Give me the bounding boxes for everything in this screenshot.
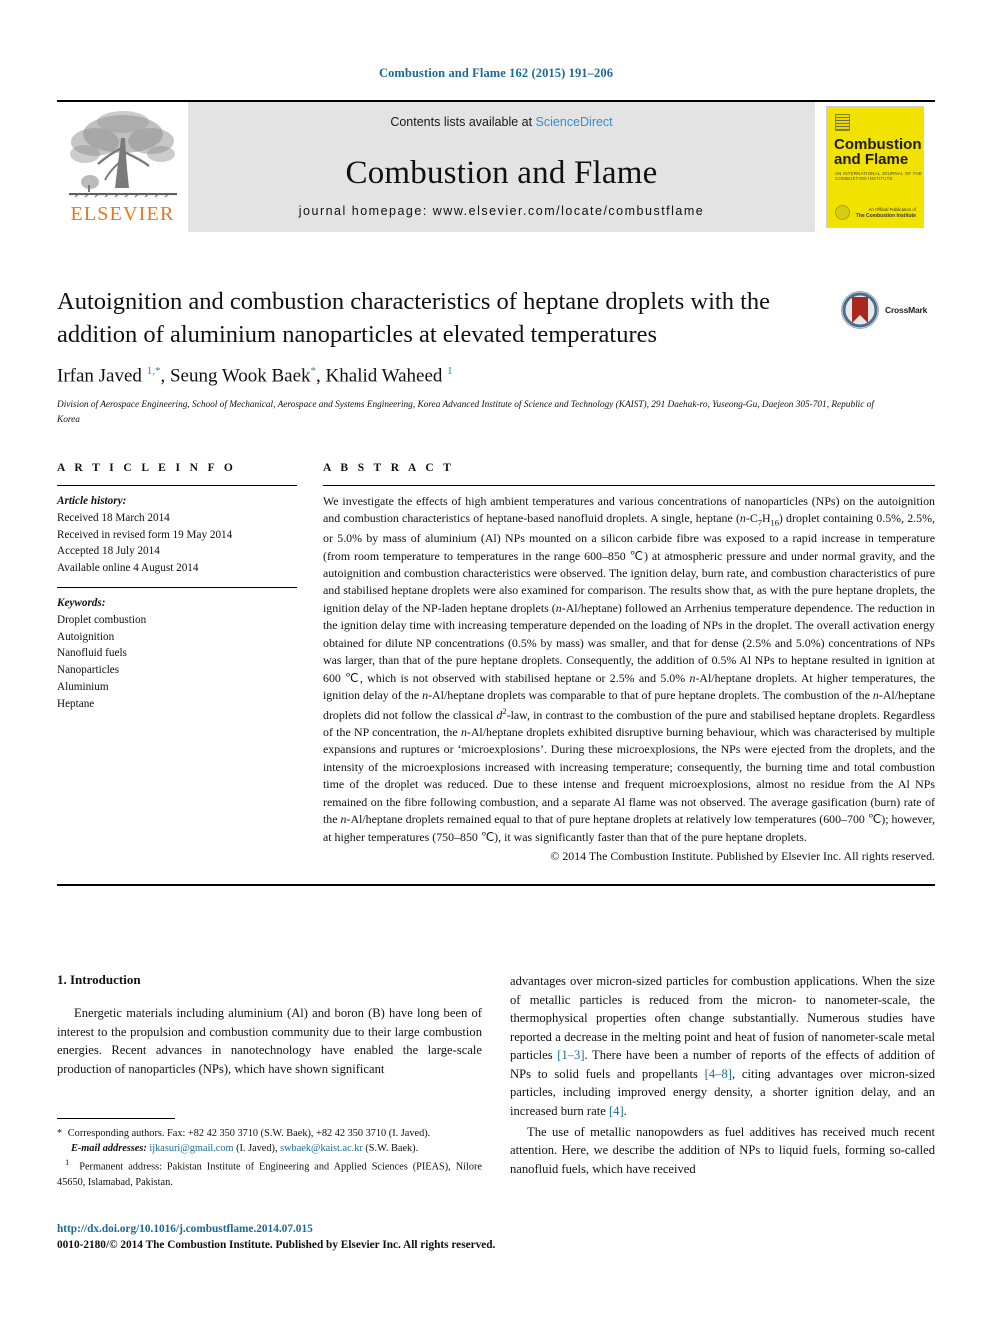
sciencedirect-link[interactable]: ScienceDirect [536, 115, 613, 129]
affiliation: Division of Aerospace Engineering, Schoo… [57, 400, 874, 425]
issn-copyright-line: 0010-2180/© 2014 The Combustion Institut… [57, 1238, 496, 1251]
footnote-permanent-address: 1 Permanent address: Pakistan Institute … [57, 1157, 482, 1188]
keyword-item: Aluminium [57, 680, 109, 693]
keyword-item: Heptane [57, 697, 95, 710]
cover-footer: An Official Publication of The Combustio… [856, 207, 916, 219]
journal-homepage-link[interactable]: journal homepage: www.elsevier.com/locat… [299, 204, 704, 218]
divider [323, 485, 935, 486]
journal-cover-thumbnail: Combustion and Flame AN INTERNATIONAL JO… [815, 102, 935, 232]
divider [57, 485, 297, 486]
cover-title-line2: and Flame [834, 151, 909, 168]
abstract-body: We investigate the effects of high ambie… [323, 494, 936, 844]
body-columns: 1. Introduction Energetic materials incl… [57, 972, 935, 1251]
journal-article-page: Combustion and Flame 162 (2015) 191–206 [0, 0, 992, 1323]
running-head: Combustion and Flame 162 (2015) 191–206 [378, 66, 614, 80]
section-heading-introduction: 1. Introduction [57, 972, 141, 987]
history-item: Received 18 March 2014 [57, 511, 170, 524]
contents-prefix-text: Contents lists available at [390, 115, 536, 129]
footnote-block: * Corresponding authors. Fax: +82 42 350… [57, 1118, 482, 1190]
footnote-divider [57, 1118, 175, 1119]
journal-masthead: ELSEVIER Contents lists available at Sci… [57, 100, 935, 232]
footnote-email-addresses: E-mail addresses: ijkasuri@gmail.com (I.… [71, 1143, 419, 1155]
keywords-label: Keywords: [57, 596, 106, 609]
footer-block: http://dx.doi.org/10.1016/j.combustflame… [57, 1222, 527, 1254]
journal-band: Contents lists available at ScienceDirec… [188, 102, 815, 232]
article-info-heading: A R T I C L E I N F O [57, 462, 237, 474]
elsevier-tree-icon [68, 111, 177, 198]
crossmark-icon [841, 291, 879, 329]
keyword-item: Nanoparticles [57, 664, 120, 677]
body-column-left: 1. Introduction Energetic materials incl… [57, 972, 495, 1251]
doi-link[interactable]: http://dx.doi.org/10.1016/j.combustflame… [57, 1222, 527, 1238]
article-history-label: Article history: [57, 495, 127, 507]
abstract-copyright: © 2014 The Combustion Institute. Publish… [550, 848, 935, 863]
keyword-item: Droplet combustion [57, 613, 147, 626]
article-info-column: A R T I C L E I N F O Article history: R… [57, 462, 297, 864]
history-item: Received in revised form 19 May 2014 [57, 528, 233, 541]
intro-paragraph-1: Energetic materials including aluminium … [57, 1006, 482, 1076]
crossmark-badge[interactable]: CrossMark [840, 288, 935, 332]
cover-footer-small: An Official Publication of [868, 206, 916, 212]
contents-available-line: Contents lists available at ScienceDirec… [390, 115, 612, 129]
keyword-item: Autoignition [57, 630, 115, 643]
journal-title: Combustion and Flame [345, 155, 658, 191]
cover-footer-bold: The Combustion Institute [855, 212, 916, 219]
title-block: Autoignition and combustion characterist… [57, 286, 935, 427]
abstract-column: A B S T R A C T We investigate the effec… [323, 462, 935, 864]
article-history-list: Received 18 March 2014 Received in revis… [57, 510, 297, 577]
author-list: Irfan Javed 1,*, Seung Wook Baek*, Khali… [57, 365, 453, 387]
abstract-heading: A B S T R A C T [323, 462, 455, 474]
page-title: Autoignition and combustion characterist… [57, 288, 771, 348]
keywords-list: Droplet combustion Autoignition Nanoflui… [57, 612, 297, 713]
crossmark-label: CrossMark [885, 305, 928, 315]
cover-subtitle: AN INTERNATIONAL JOURNAL OF THE COMBUSTI… [835, 171, 922, 181]
history-item: Available online 4 August 2014 [57, 562, 199, 575]
intro-paragraph-2: advantages over micron-sized particles f… [510, 974, 935, 1118]
cover-emblem-icon [835, 114, 850, 131]
footnote-corresponding-authors: * Corresponding authors. Fax: +82 42 350… [57, 1128, 431, 1139]
body-column-right: advantages over micron-sized particles f… [510, 972, 935, 1180]
article-info-and-abstract: A R T I C L E I N F O Article history: R… [57, 462, 935, 886]
divider [57, 586, 297, 588]
keyword-item: Nanofluid fuels [57, 647, 127, 660]
cover-seal-icon [835, 205, 850, 220]
intro-paragraph-3: The use of metallic nanopowders as fuel … [510, 1124, 935, 1176]
history-item: Accepted 18 July 2014 [57, 545, 160, 558]
elsevier-logo: ELSEVIER [57, 102, 188, 232]
section-divider [57, 883, 935, 886]
elsevier-wordmark: ELSEVIER [70, 203, 175, 225]
